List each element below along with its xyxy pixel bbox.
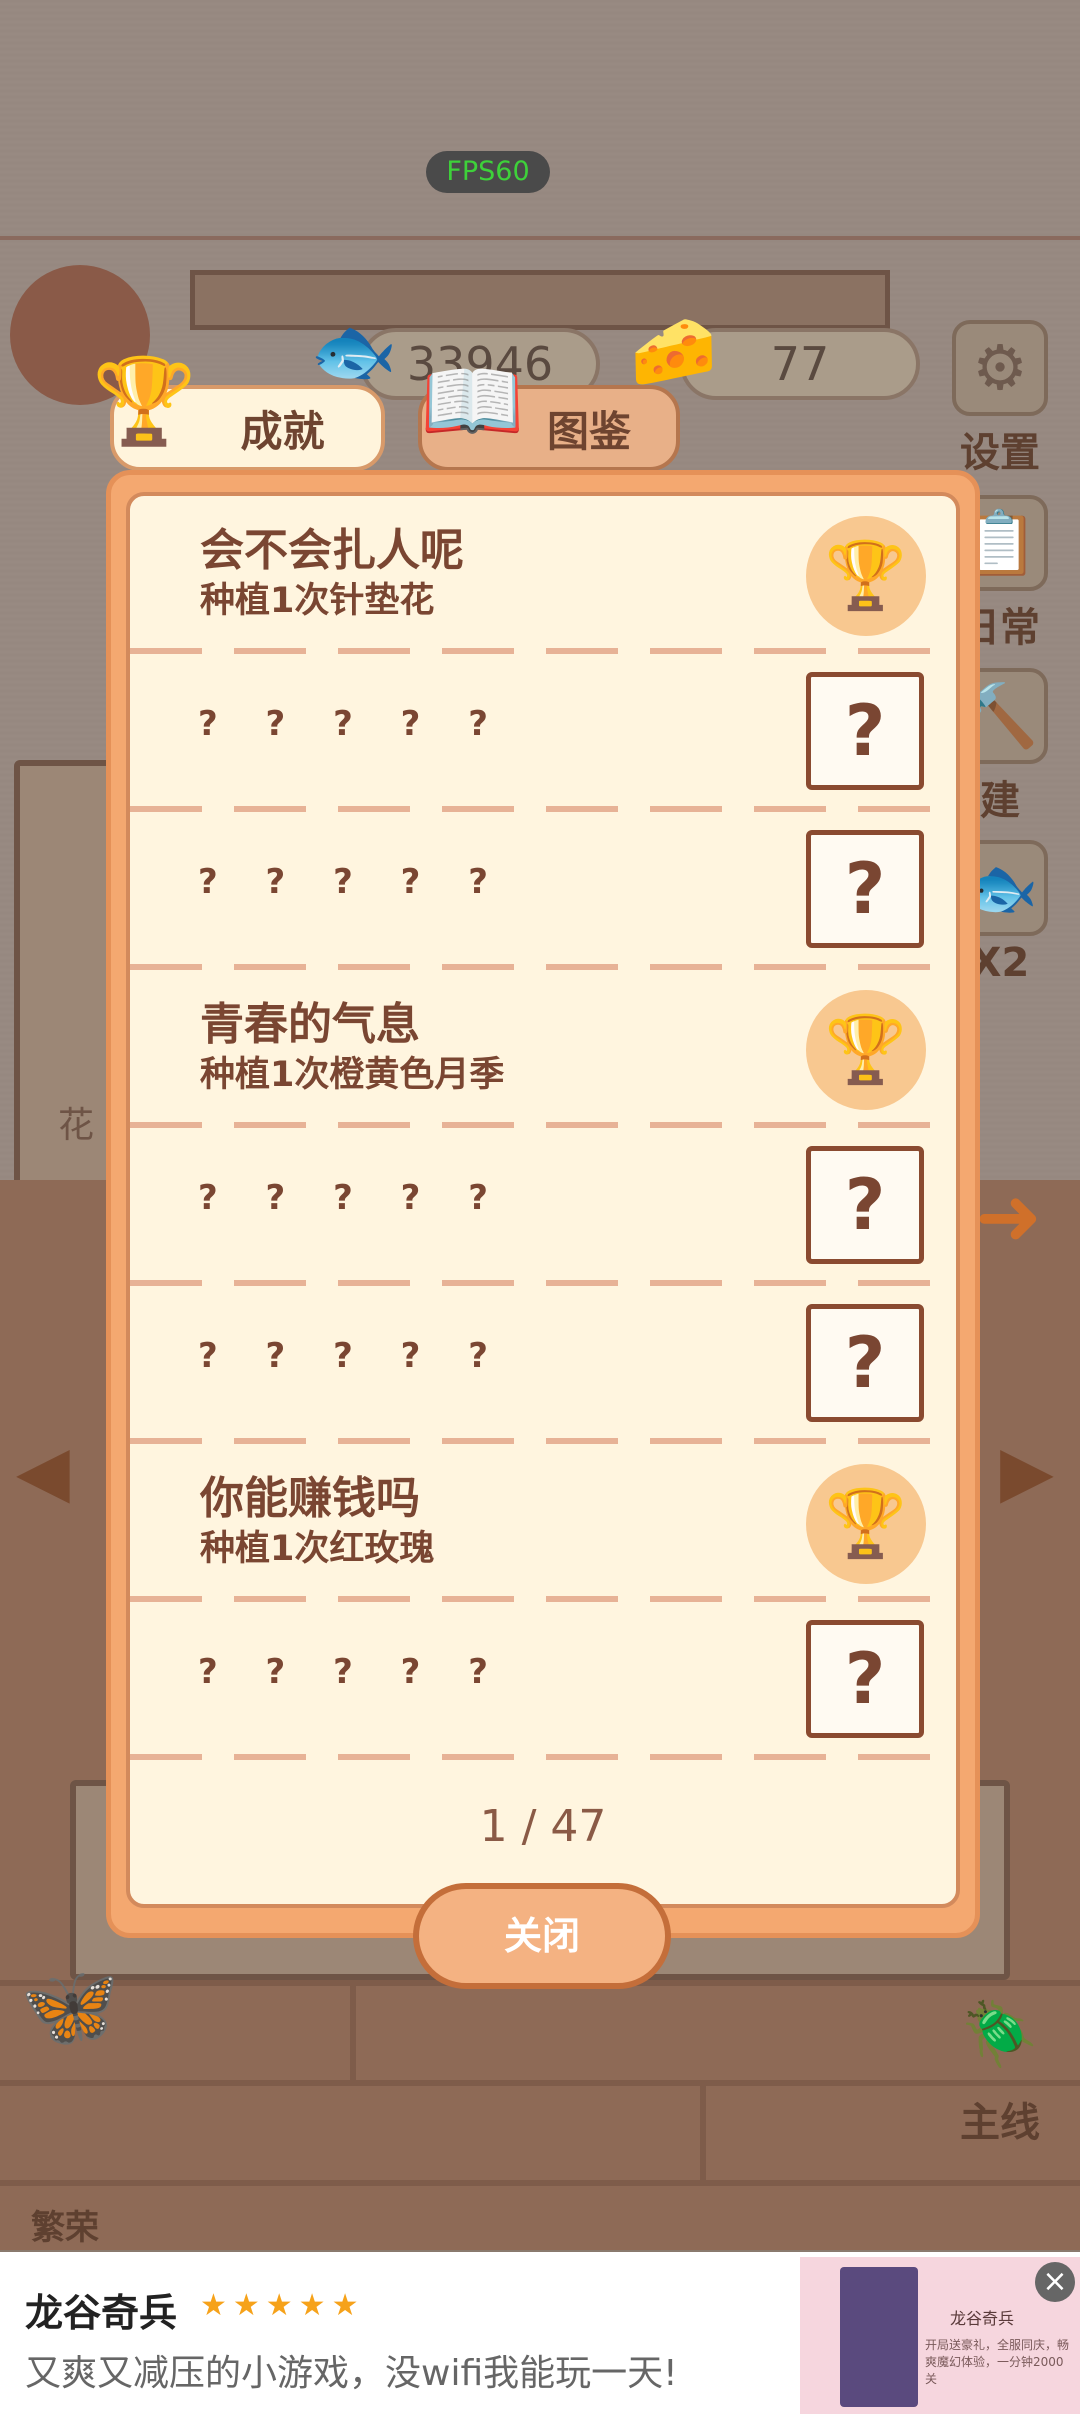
wall-trim <box>0 236 1080 240</box>
achievement-title-hidden: ? ? ? ? ? <box>198 1336 506 1376</box>
cheese-count: 77 <box>770 337 830 391</box>
achievement-medal-icon: 🏆 <box>806 1464 926 1584</box>
achievement-desc: 种植1次针垫花 <box>200 581 435 621</box>
locked-achievement-icon: ? <box>806 1304 924 1422</box>
fps-counter: FPS60 <box>426 151 550 193</box>
achievements-list[interactable]: 会不会扎人呢 种植1次针垫花 🏆 ? ? ? ? ? ? ? ? ? ? ? ?… <box>126 492 960 1908</box>
mainline-label: 主线 <box>960 2100 1040 2146</box>
achievement-row: ? ? ? ? ? ? <box>130 1286 956 1444</box>
prosperity-button[interactable]: 繁荣 <box>20 2200 110 2249</box>
ad-close-icon[interactable]: × <box>1035 2262 1075 2302</box>
achievement-title-hidden: ? ? ? ? ? <box>198 862 506 902</box>
close-button[interactable]: 关闭 <box>413 1883 671 1989</box>
locked-achievement-icon: ? <box>806 1146 924 1264</box>
shelf-sign: 花 <box>58 1105 95 1146</box>
achievement-title-hidden: ? ? ? ? ? <box>198 704 506 744</box>
floor-divider <box>0 2080 1080 2086</box>
ad-mini-text: 开局送豪礼，全服同庆，畅爽魔幻体验，一分钟2000关 <box>925 2338 1070 2386</box>
open-book-icon: 📖 <box>420 352 525 450</box>
achievement-row: 会不会扎人呢 种植1次针垫花 🏆 <box>130 496 956 654</box>
achievement-desc: 种植1次橙黄色月季 <box>200 1055 505 1095</box>
settings-label: 设置 <box>960 430 1040 476</box>
floor-divider <box>350 1980 356 2080</box>
ad-subtitle: 又爽又减压的小游戏，没wifi我能玩一天! <box>25 2353 678 2394</box>
locked-achievement-icon: ? <box>806 1620 924 1738</box>
achievement-row: ? ? ? ? ? ? <box>130 1602 956 1760</box>
achievement-row: ? ? ? ? ? ? <box>130 812 956 970</box>
ad-rating-stars: ★★★★★ <box>200 2288 365 2323</box>
arrow-left-icon[interactable]: ◀ <box>16 1430 70 1512</box>
settings-button[interactable]: ⚙ 设置 <box>950 320 1050 478</box>
mainline-button[interactable]: 🪲 主线 <box>940 1990 1060 2148</box>
achievement-title: 你能赚钱吗 <box>200 1473 420 1524</box>
floor-divider <box>0 2180 1080 2186</box>
arrow-right-icon[interactable]: ➜ <box>975 1170 1042 1263</box>
achievement-title-hidden: ? ? ? ? ? <box>198 1178 506 1218</box>
locked-achievement-icon: ? <box>806 830 924 948</box>
fishbone-icon: 🐟 <box>310 310 398 392</box>
achievement-row: 你能赚钱吗 种植1次红玫瑰 🏆 <box>130 1444 956 1602</box>
ad-title: 龙谷奇兵 <box>25 2291 178 2335</box>
ad-banner[interactable]: 龙谷奇兵 ★★★★★ 又爽又减压的小游戏，没wifi我能玩一天! 龙谷奇兵 开局… <box>0 2252 1080 2414</box>
trophy-icon: 🏆 <box>92 352 197 450</box>
ad-mini-title: 龙谷奇兵 <box>950 2309 1015 2328</box>
floor-divider <box>700 2080 706 2180</box>
ad-game-screenshot <box>840 2267 918 2407</box>
prosperity-label: 繁荣 <box>31 2208 99 2248</box>
gear-icon: ⚙ <box>952 320 1048 416</box>
achievement-desc: 种植1次红玫瑰 <box>200 1529 435 1569</box>
achievement-title-hidden: ? ? ? ? ? <box>198 1652 506 1692</box>
achievement-row: ? ? ? ? ? ? <box>130 654 956 812</box>
butterfly-icon: 🦋 <box>20 1960 120 2053</box>
page-indicator: 1 / 47 <box>479 1801 607 1852</box>
row-divider <box>130 1754 956 1760</box>
achievement-title: 会不会扎人呢 <box>200 525 464 576</box>
cabinet-top <box>190 270 890 330</box>
achievement-row: 青春的气息 种植1次橙黄色月季 🏆 <box>130 970 956 1128</box>
achievement-title: 青春的气息 <box>200 999 420 1050</box>
achievement-medal-icon: 🏆 <box>806 516 926 636</box>
cheese-icon: 🧀 <box>630 310 718 392</box>
dragonfly-icon: 🪲 <box>961 1997 1039 2070</box>
locked-achievement-icon: ? <box>806 672 924 790</box>
achievement-row: ? ? ? ? ? ? <box>130 1128 956 1286</box>
achievement-medal-icon: 🏆 <box>806 990 926 1110</box>
arrow-right-secondary-icon[interactable]: ▶ <box>1000 1430 1054 1512</box>
